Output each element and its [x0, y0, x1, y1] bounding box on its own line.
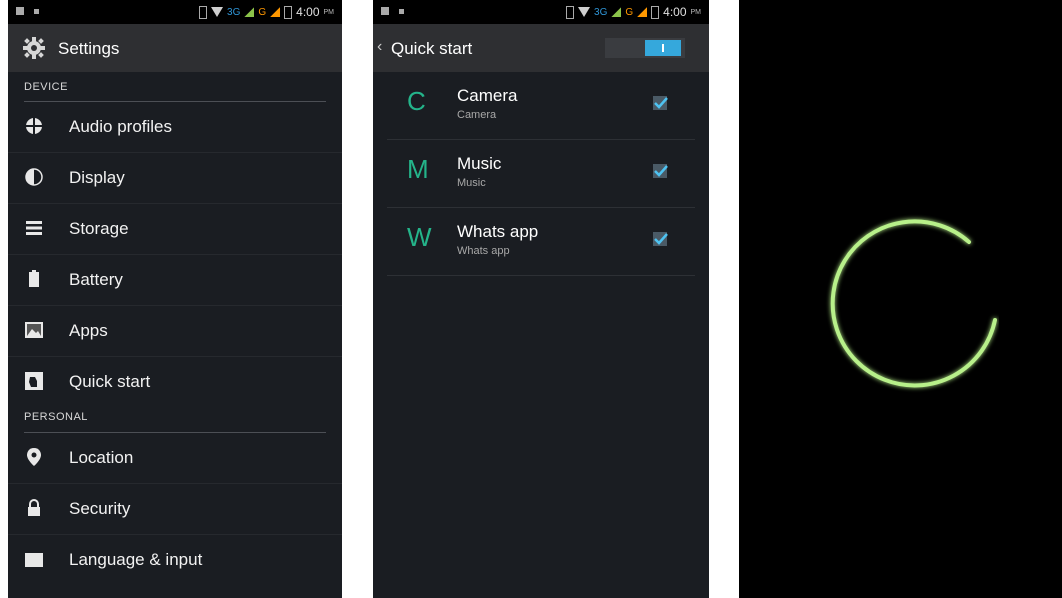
- page-title: Settings: [58, 39, 120, 58]
- settings-item-location[interactable]: Location: [8, 433, 342, 484]
- settings-item-quick-start[interactable]: Quick start: [8, 357, 342, 407]
- battery-icon: [284, 5, 293, 19]
- signal-icon-2: [637, 7, 648, 17]
- clock: 4:00: [296, 5, 320, 19]
- quick-start-toggle[interactable]: [605, 38, 685, 58]
- wifi-icon: [211, 7, 224, 17]
- apps-icon: [25, 322, 43, 338]
- settings-item-language-input[interactable]: Language & input: [8, 535, 342, 585]
- notification-icon: [381, 7, 389, 15]
- settings-action-bar: Settings: [8, 24, 342, 72]
- settings-item-audio-profiles[interactable]: Audio profiles: [8, 102, 342, 153]
- network-type-label-2: G: [625, 6, 634, 18]
- settings-item-battery[interactable]: Battery: [8, 255, 342, 306]
- settings-screen: 3G G 4:00 PM Settings DEVICE Audio profil…: [8, 0, 342, 598]
- settings-item-label: Location: [69, 448, 134, 467]
- quick-start-item-music[interactable]: M Music Music: [387, 140, 695, 208]
- app-letter-icon: C: [407, 86, 426, 116]
- app-subtitle: Music: [457, 177, 486, 189]
- section-header-label: PERSONAL: [24, 411, 88, 423]
- settings-item-label: Apps: [69, 321, 108, 340]
- settings-item-label: Battery: [69, 270, 123, 289]
- quick-start-item-whatsapp[interactable]: W Whats app Whats app: [387, 208, 695, 276]
- settings-item-display[interactable]: Display: [8, 153, 342, 204]
- settings-item-storage[interactable]: Storage: [8, 204, 342, 255]
- signal-icon-2: [270, 7, 281, 17]
- toggle-on-mark: [662, 44, 664, 52]
- app-subtitle: Whats app: [457, 245, 510, 257]
- checkmark-icon: [654, 165, 668, 177]
- clock-ampm: PM: [690, 8, 702, 16]
- signal-icon: [611, 7, 622, 17]
- storage-icon: [26, 221, 42, 235]
- settings-item-label: Quick start: [69, 372, 151, 391]
- settings-item-label: Storage: [69, 219, 129, 238]
- sim-icon: [199, 5, 208, 19]
- app-checkbox[interactable]: [653, 96, 668, 110]
- notification-icon: [34, 9, 39, 14]
- loading-screen: [739, 0, 1062, 598]
- notification-icon: [399, 9, 404, 14]
- battery-icon: [29, 270, 39, 287]
- checkmark-icon: [654, 97, 668, 109]
- settings-item-apps[interactable]: Apps: [8, 306, 342, 357]
- quick-start-action-bar: ‹ Quick start: [373, 24, 709, 72]
- settings-item-label: Audio profiles: [69, 117, 173, 136]
- app-checkbox[interactable]: [653, 232, 668, 246]
- settings-item-label: Security: [69, 499, 131, 518]
- clock: 4:00: [663, 5, 687, 19]
- network-type-label-2: G: [258, 6, 267, 18]
- network-type-label: 3G: [227, 6, 241, 18]
- quick-start-screen: 3G G 4:00 PM ‹ Quick start C Camera Camer…: [373, 0, 709, 598]
- app-checkbox[interactable]: [653, 164, 668, 178]
- signal-icon: [244, 7, 255, 17]
- app-title: Music: [457, 154, 502, 173]
- toggle-knob: [645, 40, 681, 56]
- wifi-icon: [578, 7, 591, 17]
- quick-start-icon: [25, 372, 43, 390]
- location-icon: [27, 448, 41, 466]
- lock-icon: [28, 499, 40, 516]
- section-header-label: DEVICE: [24, 81, 68, 93]
- settings-item-security[interactable]: Security: [8, 484, 342, 535]
- settings-item-label: Display: [69, 168, 125, 187]
- display-icon: [25, 168, 43, 186]
- notification-icon: [16, 7, 24, 15]
- app-title: Whats app: [457, 222, 539, 241]
- clock-ampm: PM: [323, 8, 335, 16]
- app-letter-icon: M: [407, 154, 429, 184]
- settings-item-label: Language & input: [69, 550, 203, 569]
- section-header-personal: PERSONAL: [8, 407, 342, 433]
- status-bar: 3G G 4:00 PM: [373, 0, 709, 24]
- battery-icon: [651, 5, 660, 19]
- quick-start-item-camera[interactable]: C Camera Camera: [387, 72, 695, 140]
- app-letter-icon: W: [407, 222, 432, 252]
- loading-spinner-icon: [830, 219, 997, 388]
- page-title[interactable]: Quick start: [391, 39, 472, 59]
- back-chevron-icon[interactable]: ‹: [377, 38, 382, 56]
- keyboard-icon: [25, 553, 43, 567]
- network-type-label: 3G: [594, 6, 608, 18]
- app-title: Camera: [457, 86, 518, 105]
- status-bar: 3G G 4:00 PM: [8, 0, 342, 24]
- checkmark-icon: [654, 233, 668, 245]
- sim-icon: [566, 5, 575, 19]
- section-header-device: DEVICE: [8, 72, 342, 102]
- gear-icon: [23, 37, 45, 59]
- audio-profiles-icon: [26, 118, 42, 134]
- app-subtitle: Camera: [457, 109, 497, 121]
